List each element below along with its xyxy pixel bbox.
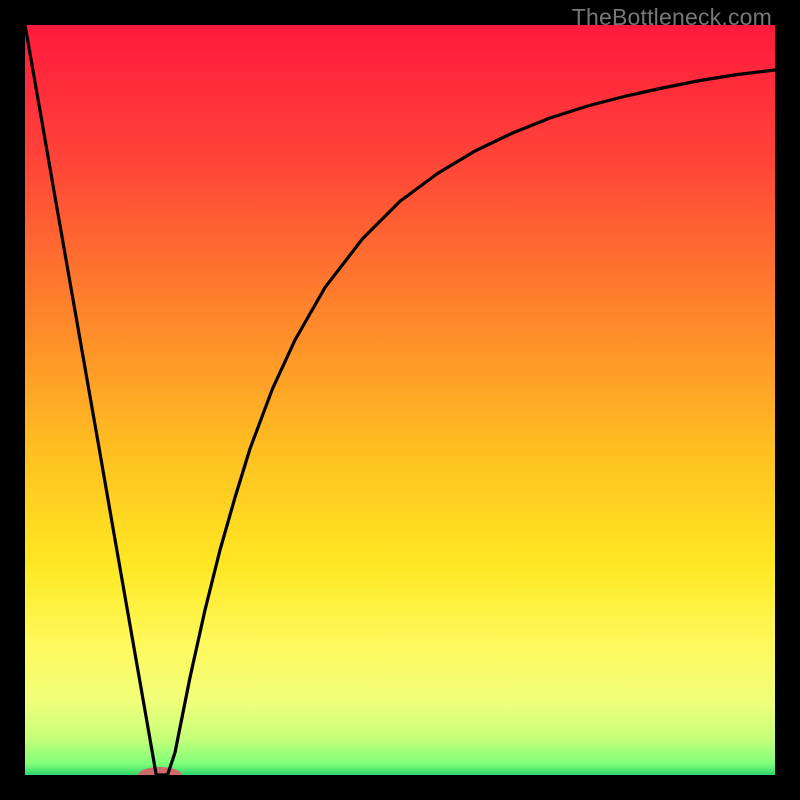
chart-frame — [25, 25, 775, 775]
watermark-text: TheBottleneck.com — [572, 4, 772, 31]
bottleneck-chart — [25, 25, 775, 775]
